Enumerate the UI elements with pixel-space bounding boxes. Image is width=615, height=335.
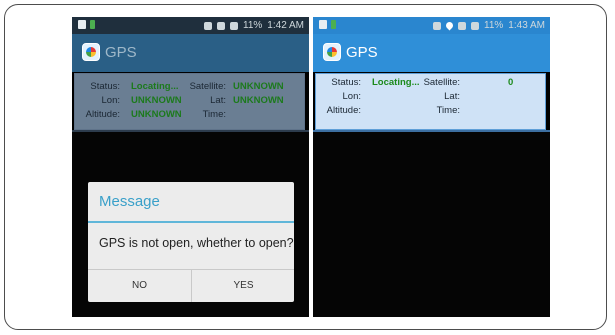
- wifi-icon: [204, 21, 213, 30]
- map-area: [313, 130, 550, 317]
- dialog-title: Message: [99, 193, 160, 210]
- signal-icon: [458, 21, 467, 30]
- gps-info-panel: Status: Locating... Satellite: UNKNOWN L…: [74, 73, 305, 130]
- satellite-label: Satellite:: [189, 81, 226, 92]
- time-label: Time:: [436, 105, 460, 116]
- yes-button[interactable]: YES: [192, 270, 295, 302]
- app-bar: GPS: [72, 34, 309, 72]
- dialog-title-divider: [88, 221, 294, 223]
- satellite-value: 0: [508, 77, 514, 88]
- dialog-message: GPS is not open, whether to open?: [99, 236, 294, 250]
- satellite-value: UNKNOWN: [233, 81, 284, 92]
- location-icon: [444, 20, 455, 31]
- satellite-label: Satellite:: [423, 77, 460, 88]
- status-bar: 11% 1:42 AM: [72, 17, 309, 34]
- left-phone-screen: 11% 1:42 AM GPS Status: Locating... Sate…: [72, 17, 309, 317]
- status-bar: 11% 1:43 AM: [313, 17, 550, 34]
- panel-divider: [313, 130, 550, 132]
- no-button[interactable]: NO: [88, 270, 191, 302]
- app-bar: GPS: [313, 34, 550, 72]
- lock-icon: [78, 20, 86, 29]
- battery-icon: [471, 21, 480, 30]
- signal-icon: [217, 21, 226, 30]
- altitude-label: Altitude:: [326, 105, 361, 116]
- clock: 1:42 AM: [267, 20, 304, 31]
- lon-value: UNKNOWN: [131, 95, 182, 106]
- panel-divider: [72, 130, 309, 132]
- altitude-value: UNKNOWN: [131, 109, 182, 120]
- status-label: Status:: [331, 77, 361, 88]
- message-dialog: Message GPS is not open, whether to open…: [88, 182, 294, 302]
- battery-icon: [230, 21, 239, 30]
- wifi-icon: [433, 21, 442, 30]
- lon-label: Lon:: [101, 95, 121, 106]
- lat-label: Lat:: [444, 91, 460, 102]
- status-value: Locating...: [372, 77, 420, 88]
- app-title: GPS: [105, 44, 137, 61]
- gps-info-panel: Status: Locating... Satellite: 0 Lon: La…: [315, 73, 546, 130]
- sim-icon: [90, 20, 95, 29]
- clock: 1:43 AM: [508, 20, 545, 31]
- app-title: GPS: [346, 44, 378, 61]
- altitude-label: Altitude:: [85, 109, 120, 120]
- battery-percent: 11%: [243, 20, 263, 31]
- right-phone-screen: 11% 1:43 AM GPS Status: Locating... Sate…: [313, 17, 550, 317]
- lat-label: Lat:: [210, 95, 226, 106]
- time-label: Time:: [202, 109, 226, 120]
- lon-label: Lon:: [342, 91, 362, 102]
- lock-icon: [319, 20, 327, 29]
- status-value: Locating...: [131, 81, 179, 92]
- gps-app-icon: [323, 43, 341, 61]
- lat-value: UNKNOWN: [233, 95, 284, 106]
- gps-app-icon: [82, 43, 100, 61]
- battery-percent: 11%: [484, 20, 504, 31]
- sim-icon: [331, 20, 336, 29]
- status-label: Status:: [90, 81, 120, 92]
